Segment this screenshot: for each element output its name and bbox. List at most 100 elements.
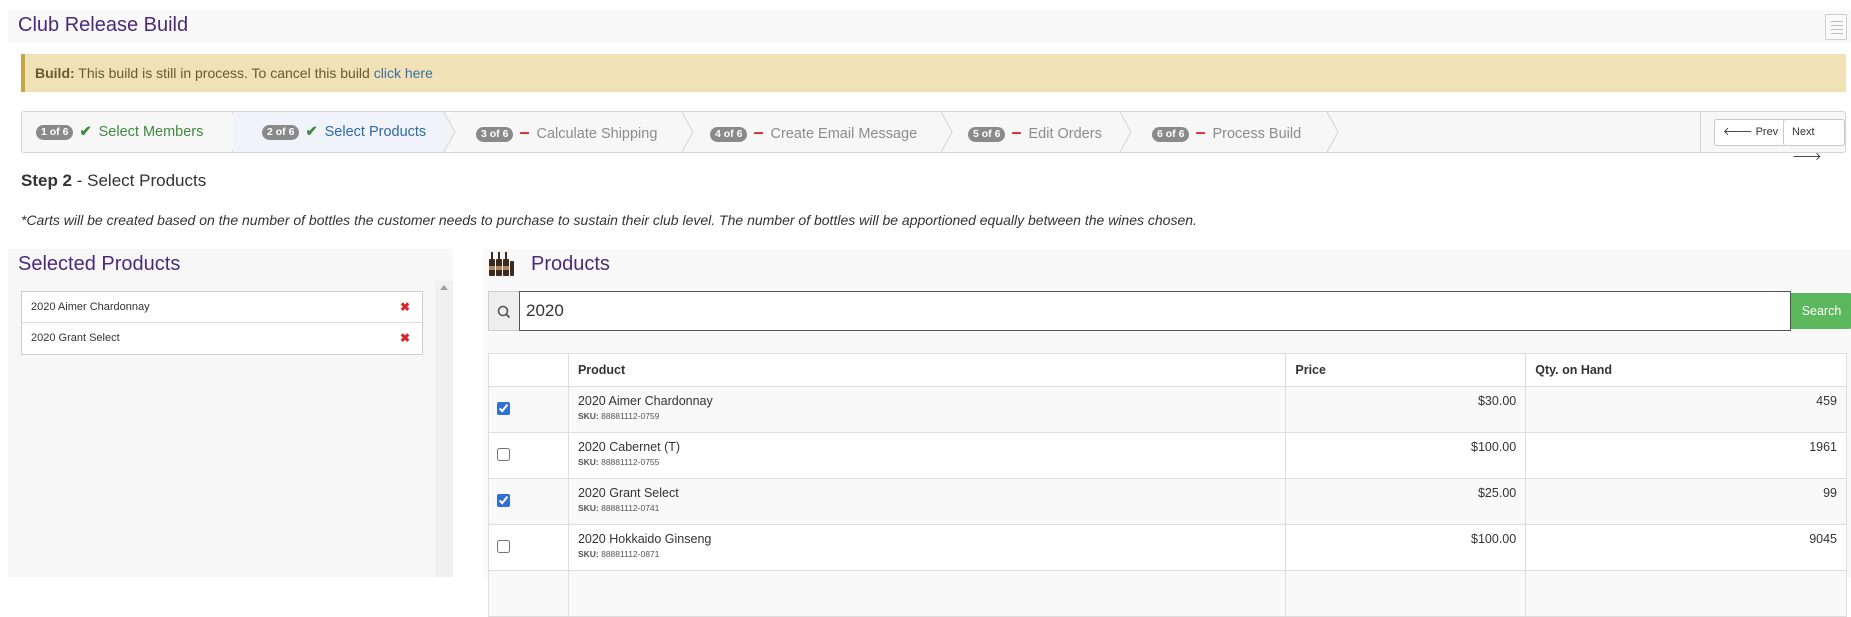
step-title: - Select Products (72, 171, 207, 190)
sku-value: 88881112-0755 (601, 457, 660, 467)
table-row: 2020 Grant Select SKU: 88881112-0741 $25… (488, 478, 1847, 525)
step-label: Edit Orders (1028, 126, 1102, 142)
step-badge: 5 of 6 (968, 126, 1006, 142)
wizard-step-select-members[interactable]: 1 of 6 ✔ Select Members (36, 112, 203, 152)
selected-product-item: 2020 Aimer Chardonnay ✖ (22, 292, 422, 323)
table-row-partial (488, 570, 1847, 617)
product-cell: 2020 Cabernet (T) SKU: 88881112-0755 (567, 432, 1287, 479)
price-cell: $30.00 (1285, 386, 1527, 433)
next-label: Next (1792, 126, 1815, 138)
row-select-cell (488, 570, 569, 617)
price-cell (1285, 570, 1527, 617)
product-cell: 2020 Grant Select SKU: 88881112-0741 (567, 478, 1287, 525)
wizard-step-create-email[interactable]: 4 of 6– Create Email Message (710, 112, 917, 152)
build-wizard: 1 of 6 ✔ Select Members 2 of 6 ✔ Select Pr… (21, 111, 1846, 163)
row-select-cell (488, 432, 569, 479)
remove-x-icon[interactable]: ✖ (400, 292, 410, 323)
row-select-cell (488, 478, 569, 525)
select-column-header (488, 353, 569, 387)
sku-value: 88881112-0759 (601, 411, 660, 421)
qty-cell: 459 (1525, 386, 1847, 433)
scroll-up-arrow[interactable] (440, 285, 448, 290)
prev-button[interactable]: 🡐 Prev (1714, 119, 1788, 146)
prev-label: Prev (1755, 126, 1779, 138)
qty-cell: 99 (1525, 478, 1847, 525)
step-badge: 2 of 6 (262, 124, 300, 140)
table-row: 2020 Cabernet (T) SKU: 88881112-0755 $10… (488, 432, 1847, 479)
selected-product-name: 2020 Aimer Chardonnay (31, 301, 150, 313)
wizard-chevron (682, 112, 694, 152)
product-column-header: Product (567, 353, 1287, 387)
table-header-row: Product Price Qty. on Hand (488, 353, 1847, 387)
qty-column-header: Qty. on Hand (1525, 353, 1847, 387)
carts-note: *Carts will be created based on the numb… (21, 212, 1197, 228)
arrow-right-icon: 🡒 (1792, 151, 1822, 163)
remove-x-icon[interactable]: ✖ (400, 323, 410, 354)
minus-icon: – (1011, 122, 1022, 142)
qty-cell (1525, 570, 1847, 617)
wizard-step-calculate-shipping[interactable]: 3 of 6– Calculate Shipping (476, 112, 657, 152)
table-row: 2020 Hokkaido Ginseng SKU: 88881112-0871… (488, 524, 1847, 571)
search-input[interactable] (519, 291, 1791, 331)
wizard-step-process-build[interactable]: 6 of 6– Process Build (1152, 112, 1301, 152)
sku-label: SKU: (577, 457, 599, 467)
qty-cell: 1961 (1525, 432, 1847, 479)
selected-product-name: 2020 Grant Select (31, 332, 120, 344)
search-icon (497, 305, 511, 319)
minus-icon: – (1195, 122, 1206, 142)
notes-icon[interactable] (1825, 14, 1847, 40)
next-button[interactable]: Next 🡒 (1783, 119, 1845, 163)
search-addon (488, 291, 519, 331)
products-panel: Products Search Product Price Qty. on Ha… (483, 249, 1851, 617)
wizard-step-select-products[interactable]: 2 of 6 ✔ Select Products (262, 112, 426, 152)
products-title: Products (531, 253, 610, 275)
sku-label: SKU: (577, 411, 599, 421)
arrow-left-icon: 🡐 (1723, 126, 1753, 138)
check-icon: ✔ (305, 124, 318, 140)
price-cell: $100.00 (1285, 524, 1527, 571)
page-header: Club Release Build (8, 10, 1851, 43)
step-label: Create Email Message (770, 126, 918, 142)
product-sku: SKU: 88881112-0759 (578, 411, 1276, 421)
sku-value: 88881112-0871 (601, 549, 660, 559)
selected-products-list: 2020 Aimer Chardonnay ✖ 2020 Grant Selec… (21, 291, 423, 355)
price-cell: $100.00 (1285, 432, 1527, 479)
qty-cell: 9045 (1525, 524, 1847, 571)
product-search: Search (488, 291, 1851, 331)
price-cell: $25.00 (1285, 478, 1527, 525)
step-badge: 1 of 6 (36, 124, 74, 140)
build-alert: Build: This build is still in process. T… (21, 54, 1846, 92)
step-label: Select Products (324, 124, 427, 140)
search-button[interactable]: Search (1791, 293, 1851, 329)
scrollbar[interactable] (435, 281, 453, 577)
step-number: Step 2 (21, 171, 73, 190)
row-select-cell (488, 386, 569, 433)
step-badge: 4 of 6 (710, 126, 748, 142)
price-column-header: Price (1285, 353, 1527, 387)
minus-icon: – (753, 122, 764, 142)
row-checkbox[interactable] (497, 539, 510, 553)
wizard-step-edit-orders[interactable]: 5 of 6– Edit Orders (968, 112, 1102, 152)
row-checkbox[interactable] (497, 493, 510, 507)
wine-bottles-icon (489, 252, 514, 276)
product-sku: SKU: 88881112-0741 (578, 503, 1276, 513)
check-icon: ✔ (79, 124, 92, 140)
wizard-chevron (941, 112, 953, 152)
product-name: 2020 Grant Select (577, 486, 679, 500)
selected-product-item: 2020 Grant Select ✖ (22, 323, 422, 354)
product-name: 2020 Aimer Chardonnay (577, 394, 713, 408)
wizard-chevron (1120, 112, 1132, 152)
product-cell: 2020 Hokkaido Ginseng SKU: 88881112-0871 (567, 524, 1287, 571)
product-name: 2020 Cabernet (T) (577, 440, 681, 454)
step-badge: 6 of 6 (1152, 126, 1190, 142)
table-row: 2020 Aimer Chardonnay SKU: 88881112-0759… (488, 386, 1847, 433)
page-title: Club Release Build (18, 14, 189, 36)
cancel-build-link[interactable]: click here (374, 65, 433, 81)
row-checkbox[interactable] (497, 401, 510, 415)
products-table: Product Price Qty. on Hand 2020 Aimer Ch… (488, 353, 1847, 617)
row-select-cell (488, 524, 569, 571)
alert-label: Build: (35, 65, 75, 81)
wizard-chevron (1327, 112, 1339, 152)
step-label: Calculate Shipping (536, 126, 658, 142)
row-checkbox[interactable] (497, 447, 510, 461)
